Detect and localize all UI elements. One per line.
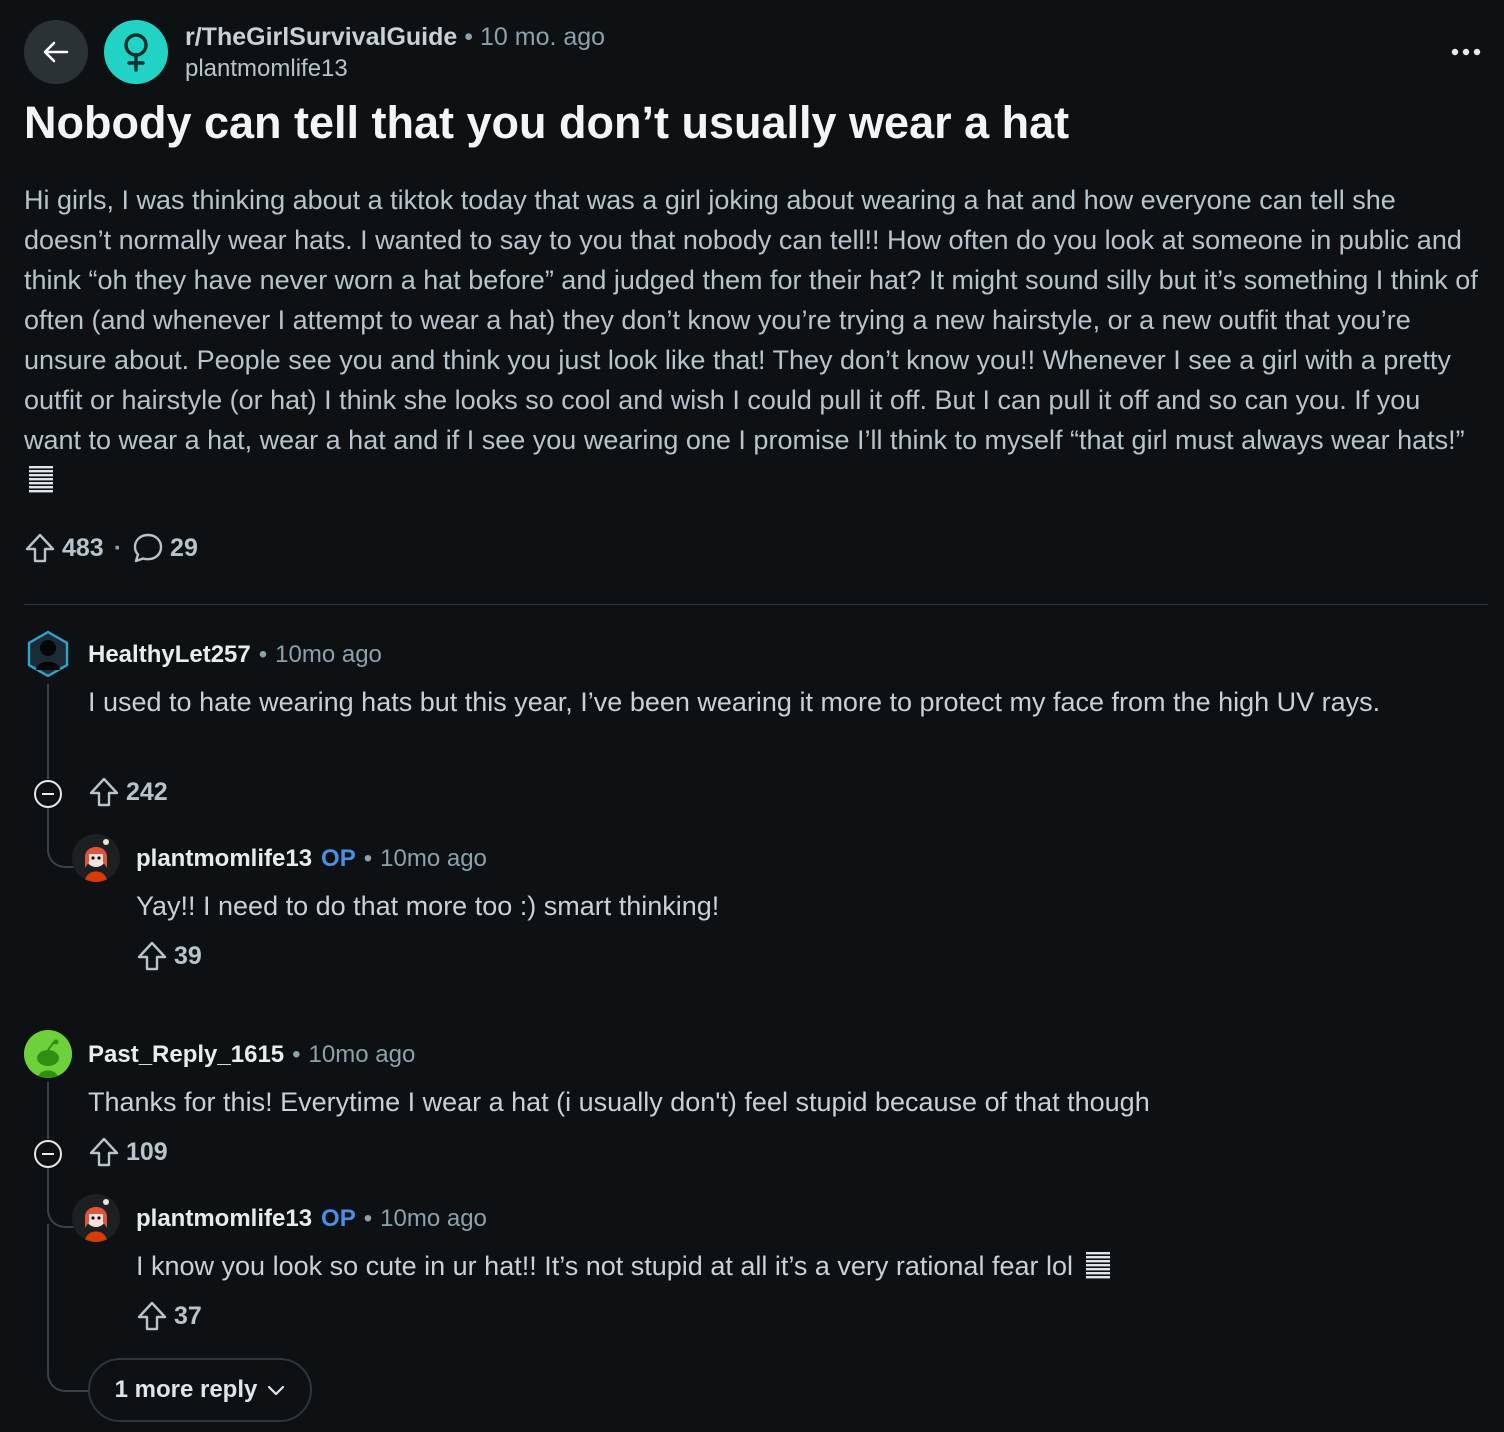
thread-line bbox=[47, 684, 49, 779]
reply-username[interactable]: plantmomlife13 bbox=[136, 1204, 312, 1234]
post-body: Hi girls, I was thinking about a tiktok … bbox=[24, 180, 1484, 500]
post-author[interactable]: plantmomlife13 bbox=[185, 54, 605, 84]
meta-separator: • bbox=[363, 1205, 373, 1232]
reply-body: I know you look so cute in ur hat!! It’s… bbox=[136, 1246, 1436, 1286]
op-badge: OP bbox=[321, 845, 356, 872]
reply-time: 10mo ago bbox=[380, 1205, 487, 1232]
bars-emoji-icon bbox=[28, 465, 54, 495]
post-body-text: Hi girls, I was thinking about a tiktok … bbox=[24, 185, 1478, 455]
collapse-button[interactable] bbox=[34, 1140, 62, 1168]
meta-separator: • bbox=[363, 845, 373, 872]
back-button[interactable] bbox=[24, 20, 88, 84]
post-upvote-count: 483 bbox=[62, 533, 104, 562]
comment-header: Past_Reply_1615 • 10mo ago bbox=[88, 1040, 415, 1070]
bars-emoji-icon bbox=[1085, 1252, 1110, 1279]
comment-vote: 109 bbox=[88, 1136, 168, 1168]
back-arrow-icon bbox=[43, 41, 69, 63]
upvote-icon[interactable] bbox=[24, 532, 56, 564]
more-replies-label: 1 more reply bbox=[114, 1376, 258, 1403]
snoo-avatar-icon bbox=[24, 1030, 72, 1078]
op-avatar-icon bbox=[72, 834, 120, 882]
more-dots-icon bbox=[1451, 48, 1481, 56]
post-header: r/TheGirlSurvivalGuide • 10 mo. ago plan… bbox=[24, 20, 1488, 84]
reply-body: Yay!! I need to do that more too :) smar… bbox=[136, 891, 720, 921]
op-avatar-icon bbox=[72, 1194, 120, 1242]
comment-upvote-count: 242 bbox=[126, 777, 168, 806]
subreddit-link[interactable]: r/TheGirlSurvivalGuide bbox=[185, 23, 457, 51]
upvote-icon[interactable] bbox=[136, 1300, 168, 1332]
comment-username[interactable]: Past_Reply_1615 bbox=[88, 1040, 284, 1070]
thread-line bbox=[47, 1082, 49, 1139]
upvote-icon[interactable] bbox=[136, 940, 168, 972]
post-comment-count: 29 bbox=[170, 533, 198, 562]
collapse-button[interactable] bbox=[34, 780, 62, 808]
op-badge: OP bbox=[321, 1205, 356, 1232]
avatar[interactable] bbox=[24, 1030, 72, 1078]
female-symbol-icon bbox=[124, 33, 148, 72]
more-replies-button[interactable]: 1 more reply bbox=[88, 1358, 312, 1422]
upvote-icon[interactable] bbox=[88, 1136, 120, 1168]
comment-header: HealthyLet257 • 10mo ago bbox=[88, 640, 382, 670]
post-actions: 483 · 29 bbox=[24, 528, 198, 568]
thread-elbow bbox=[47, 1224, 91, 1392]
subreddit-avatar[interactable] bbox=[104, 20, 168, 84]
post-time: 10 mo. ago bbox=[479, 23, 606, 51]
comment-icon[interactable] bbox=[132, 532, 164, 564]
reply-upvote-count: 37 bbox=[174, 1301, 202, 1330]
avatar[interactable] bbox=[72, 1194, 120, 1242]
avatar[interactable] bbox=[72, 834, 120, 882]
comment-time: 10mo ago bbox=[275, 641, 382, 668]
collapse-icon bbox=[42, 1153, 54, 1155]
post-meta: r/TheGirlSurvivalGuide • 10 mo. ago plan… bbox=[185, 22, 605, 84]
reply-vote: 37 bbox=[136, 1300, 202, 1332]
comment-username[interactable]: HealthyLet257 bbox=[88, 640, 251, 670]
reply-header: plantmomlife13 OP • 10mo ago bbox=[136, 1204, 487, 1234]
meta-separator: • bbox=[258, 641, 268, 668]
divider bbox=[24, 604, 1488, 605]
thread-elbow bbox=[47, 808, 75, 868]
collapse-icon bbox=[42, 793, 54, 795]
upvote-icon[interactable] bbox=[88, 776, 120, 808]
reply-header: plantmomlife13 OP • 10mo ago bbox=[136, 844, 487, 874]
comment-body: Thanks for this! Everytime I wear a hat … bbox=[88, 1087, 1150, 1117]
comment-time: 10mo ago bbox=[308, 1041, 416, 1068]
actions-separator: · bbox=[113, 533, 123, 562]
comment-vote: 242 bbox=[88, 776, 168, 808]
meta-separator: • bbox=[464, 23, 474, 51]
thread-elbow bbox=[47, 1168, 75, 1228]
chevron-down-icon bbox=[268, 1385, 285, 1396]
reply-upvote-count: 39 bbox=[174, 941, 202, 970]
post-title: Nobody can tell that you don’t usually w… bbox=[24, 97, 1070, 148]
comment-upvote-count: 109 bbox=[126, 1137, 168, 1166]
user-avatar-icon bbox=[27, 630, 69, 678]
reply-body-text: I know you look so cute in ur hat!! It’s… bbox=[136, 1251, 1073, 1281]
avatar[interactable] bbox=[24, 630, 72, 678]
meta-separator: • bbox=[292, 1041, 301, 1068]
more-options-button[interactable] bbox=[1444, 34, 1488, 70]
reply-username[interactable]: plantmomlife13 bbox=[136, 844, 312, 874]
comment-body: I used to hate wearing hats but this yea… bbox=[88, 687, 1381, 717]
reply-vote: 39 bbox=[136, 940, 202, 972]
reply-time: 10mo ago bbox=[380, 845, 487, 872]
